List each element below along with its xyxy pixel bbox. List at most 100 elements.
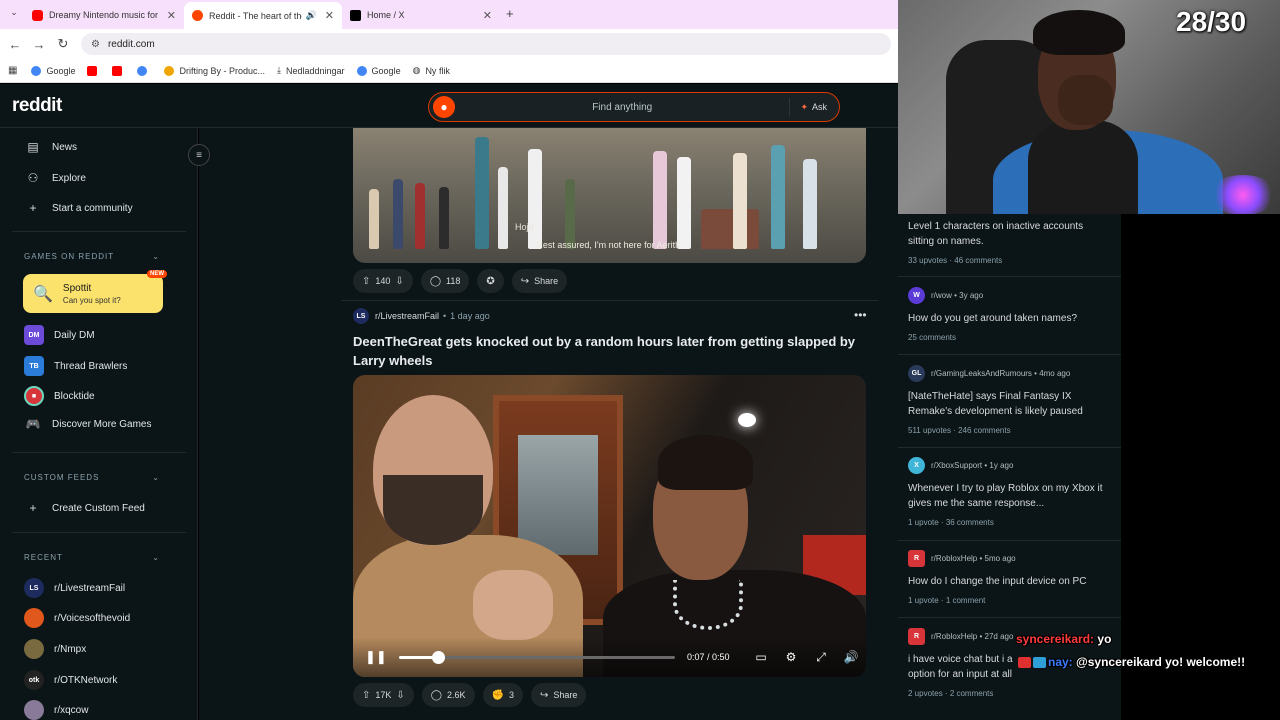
bookmark[interactable]: Google [356, 65, 401, 76]
video-progress-bar[interactable] [399, 650, 675, 664]
fullscreen-icon[interactable]: ⤢ [813, 650, 829, 665]
subreddit-name[interactable]: r/RobloxHelp [931, 632, 977, 641]
bookmark[interactable]: Drifting By - Produc... [164, 65, 265, 76]
forward-icon[interactable]: → [27, 37, 51, 52]
site-info-icon[interactable]: ⚙ [91, 39, 100, 50]
collapse-sidebar-button[interactable]: ≡ [188, 144, 210, 166]
sidebar-item-news[interactable]: ▤ News [24, 140, 77, 154]
progress-handle[interactable] [431, 650, 445, 664]
rail-post-title[interactable]: How do I change the input device on PC [908, 574, 1108, 589]
address-bar[interactable]: ⚙ reddit.com [81, 33, 891, 55]
bookmark[interactable] [137, 65, 152, 76]
comment-icon: ◯ [430, 689, 442, 701]
comments-button[interactable]: ◯ 118 [420, 269, 470, 293]
rail-post-title[interactable]: [NateTheHate] says Final Fantasy IX Rema… [908, 389, 1108, 419]
sidebar-item-thread-brawlers[interactable]: TB Thread Brawlers [24, 356, 127, 376]
post-video[interactable]: Hojo Rest assured, I'm not here for Aeri… [353, 128, 866, 263]
award-count: 3 [508, 690, 514, 700]
more-options-icon[interactable]: ••• [854, 308, 867, 322]
downvote-icon[interactable]: ⇩ [396, 690, 404, 701]
scene-person-beard [383, 475, 483, 545]
bookmark-label: Nedladdningar [286, 65, 345, 76]
create-custom-feed-button[interactable]: + Create Custom Feed [24, 501, 144, 515]
sidebar-item-label: Daily DM [54, 329, 95, 341]
community-avatar: otk [24, 670, 44, 690]
close-tab-icon[interactable]: ✕ [167, 9, 176, 22]
back-icon[interactable]: ← [3, 37, 27, 52]
subreddit-link[interactable]: r/LivestreamFail [375, 311, 439, 321]
post-title[interactable]: DeenTheGreat gets knocked out by a rando… [353, 332, 873, 370]
bookmark[interactable]: ◍ Ny flik [413, 65, 450, 76]
rail-post[interactable]: GL r/GamingLeaksAndRumours • 4mo ago [Nat… [908, 365, 1108, 435]
share-button[interactable]: ↪ Share [511, 269, 568, 293]
sidebar-item-recent-community[interactable]: r/Voicesofthevoid [24, 608, 130, 628]
post-video[interactable]: ❚❚ 0:07 / 0:50 ▭ ⚙ ⤢ 🔊 [353, 375, 866, 677]
sidebar-item-recent-community[interactable]: LS r/LivestreamFail [24, 578, 125, 598]
bookmark[interactable] [87, 65, 102, 76]
sidebar-item-explore[interactable]: ⚇ Explore [24, 171, 86, 185]
ask-button[interactable]: ✦ Ask [789, 98, 827, 116]
spottit-game-card[interactable]: 🔍 Spottit Can you spot it? NEW [23, 270, 167, 313]
bookmark-label: Ny flik [425, 65, 450, 76]
browser-tab-2[interactable]: Reddit - The heart of the in 🔊 ✕ [184, 2, 342, 29]
sidebar-item-blocktide[interactable]: ■ Blocktide [24, 386, 95, 406]
sidebar-item-start-community[interactable]: + Start a community [24, 201, 132, 215]
rail-post[interactable]: Level 1 characters on inactive accounts … [908, 219, 1108, 265]
speaker-icon[interactable]: 🔊 [306, 10, 317, 21]
bookmark[interactable]: ⤓ Nedladdningar [277, 65, 345, 76]
divider [341, 300, 878, 301]
recent-section-header[interactable]: RECENT ⌄ [24, 553, 160, 562]
upvote-icon[interactable]: ⇧ [362, 276, 370, 287]
settings-gear-icon[interactable]: ⚙ [783, 650, 799, 664]
bookmark[interactable]: Google [31, 65, 75, 76]
reddit-snoo-icon: ● [433, 96, 455, 118]
browser-tab-1[interactable]: Dreamy Nintendo music for sle ✕ [24, 4, 184, 26]
sidebar-item-recent-community[interactable]: r/xqcow [24, 700, 88, 720]
subreddit-avatar[interactable]: LS [353, 308, 369, 324]
search-bar[interactable]: ● Find anything ✦ Ask [428, 92, 840, 122]
sidebar-item-discover-games[interactable]: 🎮 Discover More Games [24, 417, 152, 431]
share-button[interactable]: ↪ Share [530, 683, 587, 707]
subreddit-avatar: X [908, 457, 925, 474]
main-feed: Hojo Rest assured, I'm not here for Aeri… [199, 128, 898, 720]
reload-icon[interactable]: ↻ [51, 36, 75, 52]
subreddit-name[interactable]: r/wow [931, 291, 952, 300]
rail-post-title[interactable]: Level 1 characters on inactive accounts … [908, 219, 1108, 249]
rail-post-title[interactable]: How do you get around taken names? [908, 311, 1108, 326]
close-tab-icon[interactable]: ✕ [483, 9, 492, 22]
custom-feeds-section-header[interactable]: CUSTOM FEEDS ⌄ [24, 473, 160, 482]
browser-tab-3[interactable]: Home / X ✕ [342, 4, 500, 26]
comments-button[interactable]: ◯ 2.6K [421, 683, 475, 707]
rail-post[interactable]: Wr/wow • 3y ago How do you get around ta… [908, 287, 1108, 342]
bookmark[interactable] [112, 65, 127, 76]
subreddit-name[interactable]: r/RobloxHelp [931, 554, 977, 563]
award-button[interactable]: ✊ 3 [482, 683, 523, 707]
scene-figure [528, 149, 542, 249]
new-tab-icon[interactable]: + [506, 6, 514, 21]
reddit-logo[interactable]: reddit [12, 95, 62, 117]
vote-button-group[interactable]: ⇧ 17K ⇩ [353, 683, 414, 707]
subreddit-name[interactable]: r/GamingLeaksAndRumours [931, 369, 1032, 378]
sidebar-item-recent-community[interactable]: r/Nmpx [24, 639, 86, 659]
captions-icon[interactable]: ▭ [753, 650, 769, 664]
downvote-icon[interactable]: ⇩ [395, 276, 403, 287]
rail-post-title[interactable]: Whenever I try to play Roblox on my Xbox… [908, 481, 1108, 511]
volume-icon[interactable]: 🔊 [843, 650, 859, 664]
rail-post[interactable]: Rr/RobloxHelp • 5mo ago How do I change … [908, 550, 1108, 605]
sidebar-item-daily-dm[interactable]: DM Daily DM [24, 325, 95, 345]
pause-icon[interactable]: ❚❚ [365, 649, 387, 665]
sidebar-item-label: Discover More Games [52, 418, 152, 430]
close-tab-icon[interactable]: ✕ [325, 9, 334, 22]
apps-grid-icon[interactable]: ▦ [8, 65, 17, 76]
vote-button-group[interactable]: ⇧ 140 ⇩ [353, 269, 413, 293]
rail-post[interactable]: Xr/XboxSupport • 1y ago Whenever I try t… [908, 457, 1108, 527]
upvote-icon[interactable]: ⇧ [362, 690, 370, 701]
explore-icon: ⚇ [27, 171, 39, 185]
sidebar-item-recent-community[interactable]: otk r/OTKNetwork [24, 670, 117, 690]
award-button[interactable]: ✪ [477, 269, 504, 293]
games-section-header[interactable]: GAMES ON REDDIT ⌄ [24, 252, 160, 261]
search-input[interactable]: Find anything [455, 102, 789, 113]
tab-list-icon[interactable]: ⌄ [2, 7, 26, 18]
community-avatar: LS [24, 578, 44, 598]
subreddit-name[interactable]: r/XboxSupport [931, 461, 982, 470]
